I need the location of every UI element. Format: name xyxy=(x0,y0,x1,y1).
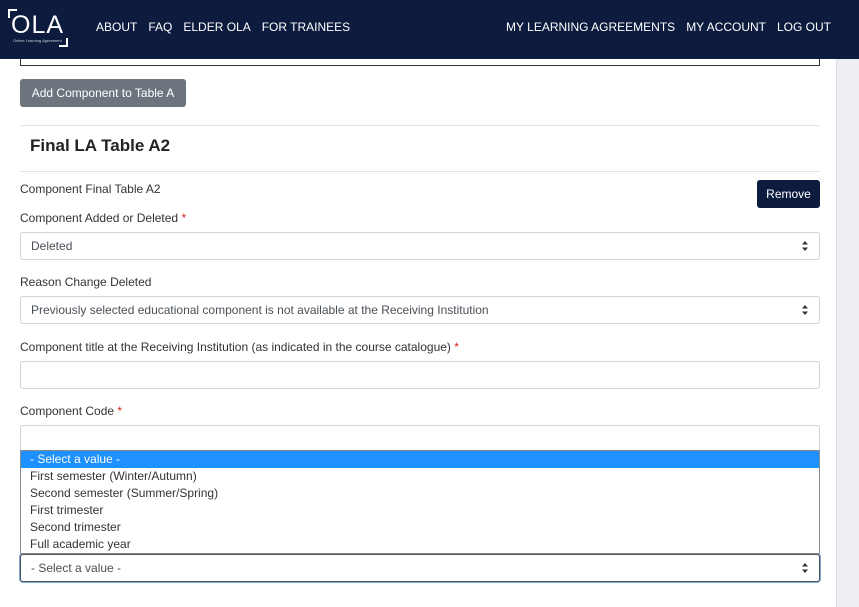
component-code-label-text: Component Code xyxy=(20,404,115,418)
nav-my-account[interactable]: MY ACCOUNT xyxy=(686,20,766,34)
nav-faq[interactable]: FAQ xyxy=(148,20,172,34)
select-arrows-icon xyxy=(802,241,808,251)
remove-button[interactable]: Remove xyxy=(757,180,820,208)
semester-select[interactable]: - Select a value - xyxy=(20,554,820,582)
semester-dropdown-list: - Select a value - First semester (Winte… xyxy=(20,450,820,554)
nav-for-trainees[interactable]: FOR TRAINEES xyxy=(262,20,350,34)
top-navbar: OLA Online Learning Agreement ABOUT FAQ … xyxy=(0,0,859,59)
select-arrows-icon xyxy=(802,305,808,315)
logo-tagline: Online Learning Agreement xyxy=(13,38,62,43)
dropdown-option[interactable]: Full academic year xyxy=(21,536,819,553)
added-deleted-value: Deleted xyxy=(31,239,73,253)
added-deleted-label-text: Component Added or Deleted xyxy=(20,211,179,225)
semester-value: - Select a value - xyxy=(31,561,122,575)
divider xyxy=(20,125,820,126)
dropdown-option[interactable]: - Select a value - xyxy=(21,451,819,468)
added-deleted-label: Component Added or Deleted * xyxy=(20,211,186,225)
form-content: Add Component to Table A Final LA Table … xyxy=(0,55,837,607)
divider xyxy=(20,171,820,172)
reason-label: Reason Change Deleted xyxy=(20,275,152,289)
component-code-input[interactable] xyxy=(20,425,820,453)
component-title-input[interactable] xyxy=(20,361,820,389)
section-title: Final LA Table A2 xyxy=(30,136,171,155)
nav-log-out[interactable]: LOG OUT xyxy=(777,20,831,34)
component-title-label-text: Component title at the Receiving Institu… xyxy=(20,340,451,354)
select-arrows-icon xyxy=(802,563,808,573)
dropdown-option[interactable]: First trimester xyxy=(21,502,819,519)
nav-right: MY LEARNING AGREEMENTS MY ACCOUNT LOG OU… xyxy=(506,20,831,34)
dropdown-option[interactable]: First semester (Winter/Autumn) xyxy=(21,468,819,485)
nav-my-learning-agreements[interactable]: MY LEARNING AGREEMENTS xyxy=(506,20,675,34)
component-label: Component Final Table A2 xyxy=(20,182,161,196)
dropdown-option[interactable]: Second trimester xyxy=(21,519,819,536)
component-code-label: Component Code * xyxy=(20,404,122,418)
ola-logo[interactable]: OLA Online Learning Agreement xyxy=(8,9,68,47)
reason-value: Previously selected educational componen… xyxy=(31,303,489,317)
required-marker: * xyxy=(454,340,459,354)
logo-text: OLA xyxy=(11,11,65,39)
add-component-button[interactable]: Add Component to Table A xyxy=(20,79,186,107)
added-deleted-select[interactable]: Deleted xyxy=(20,232,820,260)
nav-elder-ola[interactable]: ELDER OLA xyxy=(183,20,250,34)
component-title-label: Component title at the Receiving Institu… xyxy=(20,340,459,354)
dropdown-option[interactable]: Second semester (Summer/Spring) xyxy=(21,485,819,502)
required-marker: * xyxy=(117,404,123,418)
nav-about[interactable]: ABOUT xyxy=(96,20,137,34)
nav-left: ABOUT FAQ ELDER OLA FOR TRAINEES xyxy=(96,20,350,34)
required-marker: * xyxy=(181,211,187,225)
reason-select[interactable]: Previously selected educational componen… xyxy=(20,296,820,324)
